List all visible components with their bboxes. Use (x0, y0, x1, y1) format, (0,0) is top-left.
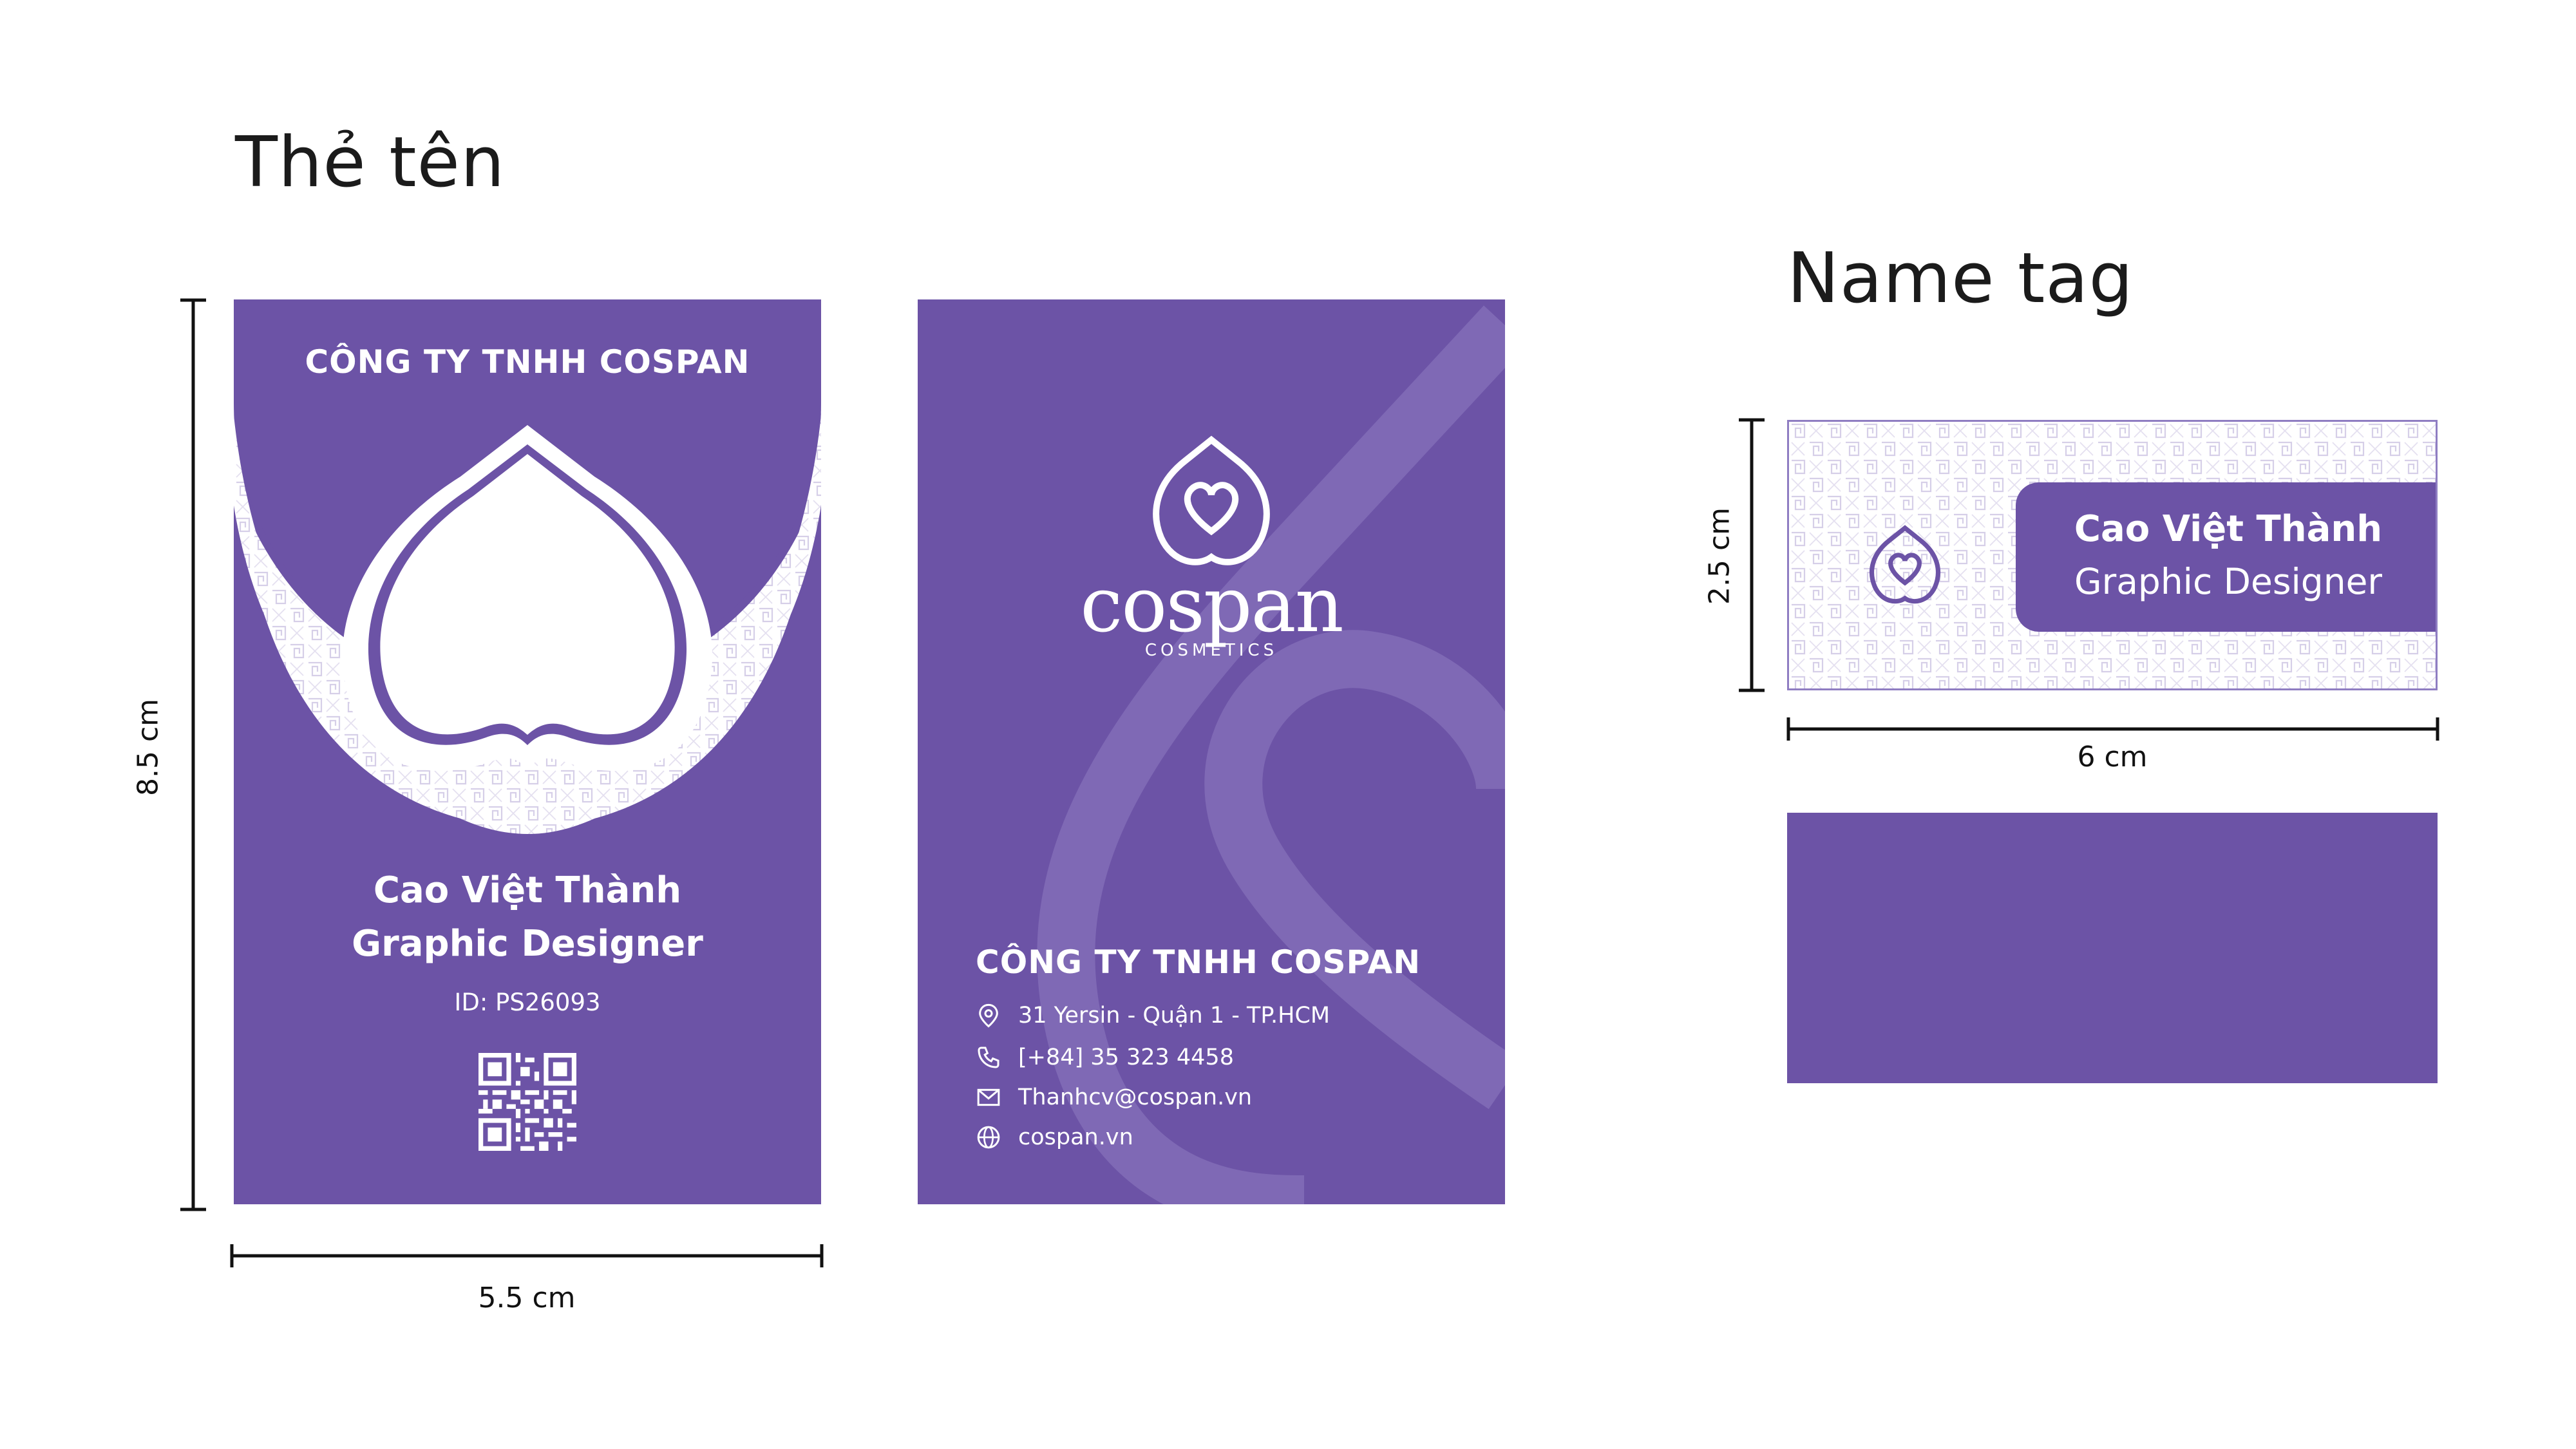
contact-email: Thanhcv@cospan.vn (976, 1084, 1252, 1110)
name-tag-front: Cao Việt Thành Graphic Designer (1787, 420, 2438, 690)
tag-width-dimension-line (1786, 717, 2439, 741)
brand-name: cospan (1080, 560, 1344, 649)
qr-code-icon (478, 1053, 576, 1151)
card-width-dimension-line (230, 1244, 824, 1267)
card-front-name: Cao Việt Thành (373, 869, 682, 911)
heading-the-ten: Thẻ tên (235, 122, 506, 203)
brand-sub: COSMETICS (1144, 641, 1278, 660)
name-tag-panel: Cao Việt Thành Graphic Designer (2016, 482, 2436, 632)
contact-email-text: Thanhcv@cospan.vn (1018, 1084, 1253, 1110)
card-front-role: Graphic Designer (352, 923, 703, 965)
card-back-company: CÔNG TY TNHH COSPAN (976, 943, 1421, 981)
location-pin-icon (979, 1003, 998, 1028)
card-height-dimension-line (180, 298, 206, 1211)
name-tag-role: Graphic Designer (2074, 561, 2383, 602)
cospan-logo-icon (1153, 435, 1270, 565)
card-front-id: ID: PS26093 (454, 989, 601, 1016)
contact-website-text: cospan.vn (1018, 1124, 1133, 1150)
tag-height-label: 2.5 cm (1703, 507, 1736, 605)
tag-width-label: 6 cm (2077, 741, 2148, 773)
name-tag-back (1787, 813, 2438, 1083)
contact-website: cospan.vn (976, 1124, 1133, 1150)
heading-name-tag: Name tag (1787, 238, 2134, 319)
contact-address-text: 31 Yersin - Quận 1 - TP.HCM (1018, 1003, 1331, 1028)
phone-icon (978, 1046, 999, 1068)
card-back: cospan COSMETICS CÔNG TY TNHH COSPAN 31 … (918, 299, 1505, 1204)
card-height-label: 8.5 cm (131, 699, 165, 797)
contact-phone-text: [+84] 35 323 4458 (1018, 1045, 1234, 1070)
card-width-label: 5.5 cm (478, 1282, 576, 1314)
contact-phone: [+84] 35 323 4458 (976, 1045, 1234, 1070)
mail-icon (977, 1088, 1000, 1106)
contact-address: 31 Yersin - Quận 1 - TP.HCM (976, 1003, 1330, 1028)
card-front: CÔNG TY TNHH COSPAN Cao Việt Thành Graph… (234, 299, 821, 1204)
card-front-company: CÔNG TY TNHH COSPAN (305, 343, 750, 381)
name-tag-name: Cao Việt Thành (2074, 508, 2383, 550)
name-tag-logo-icon (1869, 525, 1941, 604)
tag-height-dimension-line (1739, 418, 1765, 692)
globe-icon (977, 1126, 1000, 1149)
